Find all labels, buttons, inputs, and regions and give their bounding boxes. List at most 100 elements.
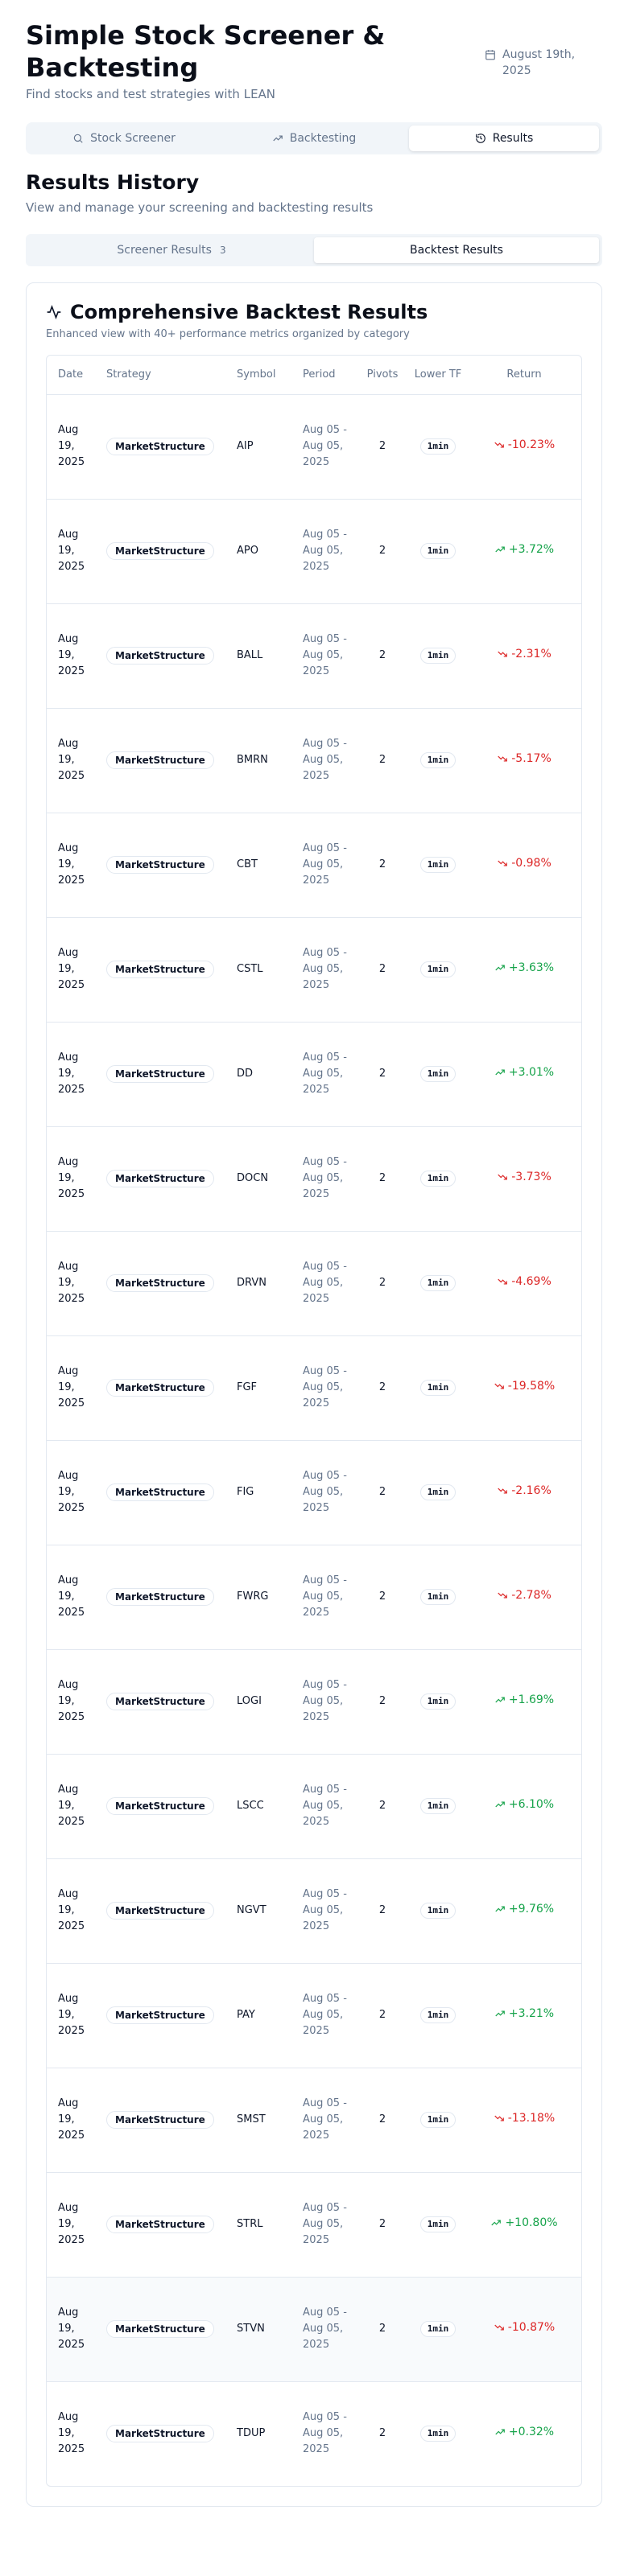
cell-strategy: MarketStructure [101,2172,232,2278]
strategy-badge: MarketStructure [106,1483,214,1501]
table-row[interactable]: Aug 19, 2025 MarketStructure BMRN Aug 05 - … [47,708,581,813]
timeframe-badge: 1min [419,1903,457,1919]
cell-strategy: MarketStructure [101,1440,232,1545]
table-row[interactable]: Aug 19, 2025 MarketStructure AIP Aug 05 - A… [47,394,581,500]
cell-date: Aug 19, 2025 [47,2068,101,2173]
cell-lower-tf: 1min [409,499,467,604]
cell-pivots: 2 [378,2427,386,2440]
cell-period: Aug 05 - Aug 05, 2025 [298,917,356,1023]
table-row[interactable]: Aug 19, 2025 MarketStructure TDUP Aug 05 - … [47,2381,581,2486]
history-icon [475,134,485,143]
cell-period: Aug 05 - Aug 05, 2025 [298,1126,356,1232]
table-row[interactable]: Aug 19, 2025 MarketStructure FGF Aug 05 - A… [47,1335,581,1441]
table-row[interactable]: Aug 19, 2025 MarketStructure LOGI Aug 05 - … [47,1649,581,1755]
cell-pivots: 2 [356,603,409,709]
tab-backtest-results[interactable]: Backtest Results [314,237,599,263]
table-row[interactable]: Aug 19, 2025 MarketStructure BALL Aug 05 - … [47,603,581,709]
timeframe-badge: 1min [419,1589,457,1605]
strategy-badge: MarketStructure [106,1588,214,1606]
table-row[interactable]: Aug 19, 2025 MarketStructure DD Aug 05 - Au… [47,1022,581,1127]
tab-backtesting[interactable]: Backtesting [219,126,409,151]
return-text: -13.18% [507,2112,556,2125]
strategy-badge: MarketStructure [106,856,214,874]
cell-strategy: MarketStructure [101,2277,232,2382]
return-text: -2.31% [511,648,552,660]
return-value: +9.76% [494,1901,554,1917]
cell-symbol: STVN [232,2277,298,2382]
cell-period: Aug 05 - Aug 05, 2025 [298,1440,356,1545]
cell-period: Aug 05 - Aug 05, 2025 [298,2172,356,2278]
header-strategy[interactable]: Strategy [101,356,232,395]
activity-icon [47,304,61,320]
cell-period: Aug 05 - Aug 05, 2025 [298,1858,356,1964]
table-row[interactable]: Aug 19, 2025 MarketStructure DOCN Aug 05 - … [47,1126,581,1232]
table-row[interactable]: Aug 19, 2025 MarketStructure STRL Aug 05 - … [47,2172,581,2278]
header-date[interactable]: Date [47,356,101,395]
return-value: +1.69% [494,1692,554,1708]
cell-period: Aug 05 - Aug 05, 2025 [298,2068,356,2173]
return-value: -5.17% [497,751,552,767]
card-title: Comprehensive Backtest Results [46,301,582,323]
strategy-badge: MarketStructure [106,542,214,560]
tab-stock-screener[interactable]: Stock Screener [29,126,219,151]
date-display[interactable]: August 19th, 2025 [485,47,583,79]
header-return[interactable]: Return [467,356,581,395]
table-row[interactable]: Aug 19, 2025 MarketStructure FWRG Aug 05 - … [47,1545,581,1650]
table-row[interactable]: Aug 19, 2025 MarketStructure LSCC Aug 05 - … [47,1754,581,1859]
return-text: -19.58% [507,1380,556,1393]
strategy-badge: MarketStructure [106,2006,214,2024]
cell-pivots: 2 [356,2068,409,2173]
table-row[interactable]: Aug 19, 2025 MarketStructure SMST Aug 05 - … [47,2068,581,2173]
table-row[interactable]: Aug 19, 2025 MarketStructure DRVN Aug 05 - … [47,1231,581,1336]
table-row[interactable]: Aug 19, 2025 MarketStructure PAY Aug 05 - A… [47,1963,581,2068]
cell-pivots: 2 [356,1335,409,1441]
header-lower-tf[interactable]: Lower TF [409,356,467,395]
cell-strategy: MarketStructure [101,499,232,604]
trending-up-icon [491,2220,502,2226]
strategy-badge: MarketStructure [106,2320,214,2338]
cell-pivots: 2 [356,1022,409,1127]
table-row[interactable]: Aug 19, 2025 MarketStructure NGVT Aug 05 - … [47,1858,581,1964]
return-value: -2.16% [497,1483,552,1499]
header-pivots[interactable]: Pivots [356,356,409,395]
cell-symbol: LOGI [232,1649,298,1755]
return-text: +0.32% [508,2426,555,2439]
return-text: -5.17% [511,752,552,765]
cell-return: -5.17% [467,708,581,813]
table-row[interactable]: Aug 19, 2025 MarketStructure APO Aug 05 - A… [47,499,581,604]
table-row[interactable]: Aug 19, 2025 MarketStructure STVN Aug 05 - … [47,2277,581,2382]
cell-strategy: MarketStructure [101,708,232,813]
table-row[interactable]: Aug 19, 2025 MarketStructure CSTL Aug 05 - … [47,917,581,1023]
cell-pivots: 2 [356,2277,409,2382]
strategy-badge: MarketStructure [106,438,214,455]
return-value: +10.80% [490,2215,558,2231]
table-row[interactable]: Aug 19, 2025 MarketStructure CBT Aug 05 - A… [47,813,581,918]
cell-symbol: CBT [232,813,298,918]
table-row[interactable]: Aug 19, 2025 MarketStructure FIG Aug 05 - A… [47,1440,581,1545]
cell-return: -19.58% [467,1335,581,1441]
header-period[interactable]: Period [298,356,356,395]
strategy-badge: MarketStructure [106,1379,214,1397]
cell-period: Aug 05 - Aug 05, 2025 [298,708,356,813]
page: Simple Stock Screener & Backtesting Find… [26,19,602,2507]
cell-lower-tf: 1min [409,1440,467,1545]
tab-screener-results[interactable]: Screener Results 3 [29,237,314,263]
cell-pivots: 2 [356,1126,409,1232]
app-header: Simple Stock Screener & Backtesting Find… [26,19,602,101]
timeframe-badge: 1min [419,1171,457,1187]
calendar-icon [485,50,495,60]
cell-period: Aug 05 - Aug 05, 2025 [298,1754,356,1859]
trending-down-icon [494,2324,504,2331]
return-value: -3.73% [497,1169,552,1185]
cell-period: Aug 05 - Aug 05, 2025 [298,1022,356,1127]
header-symbol[interactable]: Symbol [232,356,298,395]
strategy-badge: MarketStructure [106,751,214,769]
return-text: -10.23% [507,438,556,451]
cell-return: -3.73% [467,1126,581,1232]
trending-down-icon [498,860,508,866]
backtest-results-card: Comprehensive Backtest Results Enhanced … [26,282,602,2507]
timeframe-badge: 1min [419,2007,457,2023]
return-text: -4.69% [511,1275,552,1288]
strategy-badge: MarketStructure [106,1693,214,1710]
tab-results[interactable]: Results [409,126,599,151]
